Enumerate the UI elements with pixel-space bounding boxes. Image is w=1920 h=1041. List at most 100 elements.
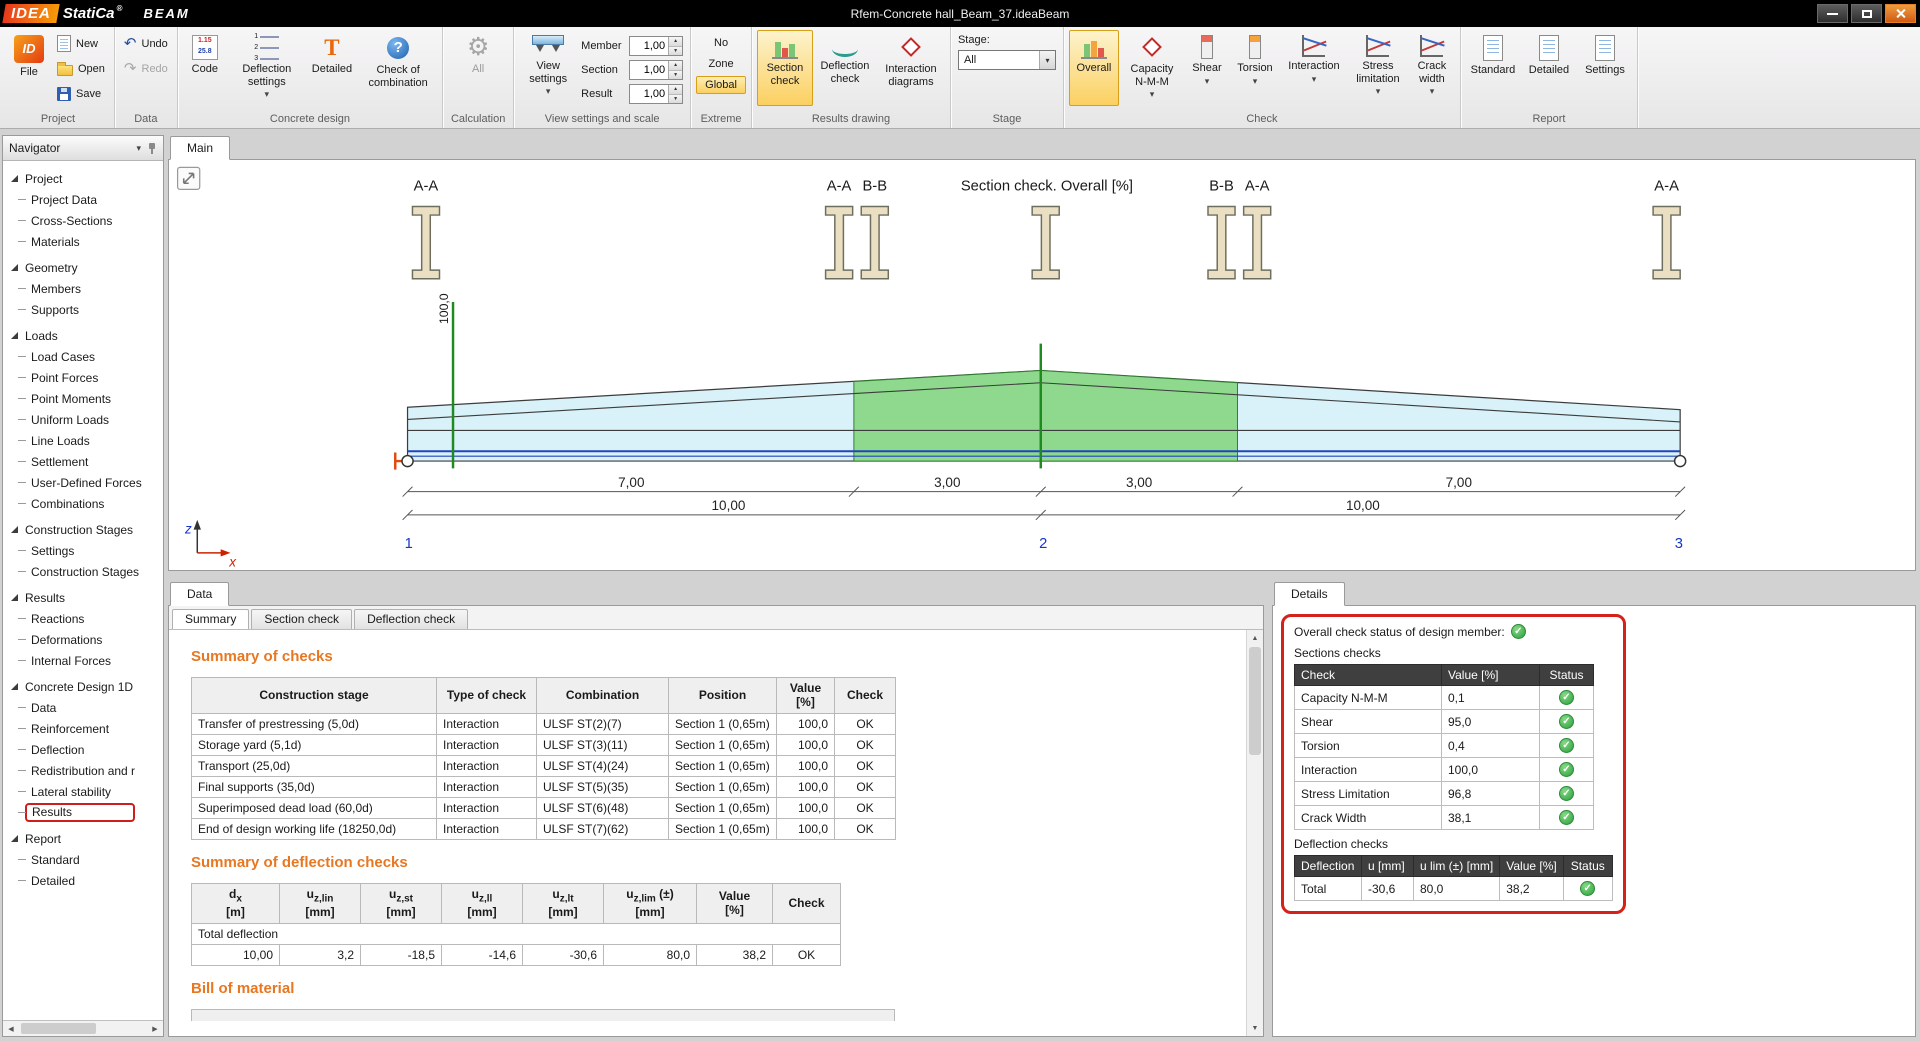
- navigator-item-internal-forces[interactable]: Internal Forces: [3, 650, 163, 671]
- torsion-check-button[interactable]: Torsion ▾: [1231, 30, 1279, 106]
- navigator-item-materials[interactable]: Materials: [3, 231, 163, 252]
- subtab-summary[interactable]: Summary: [172, 609, 249, 629]
- expander-icon[interactable]: [11, 594, 18, 601]
- navigator-item-data[interactable]: Data: [3, 697, 163, 718]
- navigator-item-line-loads[interactable]: Line Loads: [3, 430, 163, 451]
- interaction-diagrams-button[interactable]: Interaction diagrams: [877, 30, 945, 106]
- navigator-item-standard[interactable]: Standard: [3, 849, 163, 870]
- report-standard-button[interactable]: Standard: [1466, 30, 1520, 106]
- navigator-item-combinations[interactable]: Combinations: [3, 493, 163, 514]
- new-button[interactable]: New: [53, 32, 109, 55]
- check-of-combination-button[interactable]: ? Check of combination: [359, 30, 437, 106]
- subtab-section-check[interactable]: Section check: [251, 609, 352, 629]
- navigator-item-reactions[interactable]: Reactions: [3, 608, 163, 629]
- fit-view-button[interactable]: [178, 167, 200, 189]
- section-scale-input[interactable]: [630, 61, 668, 79]
- maximize-button[interactable]: [1851, 4, 1882, 23]
- expander-icon[interactable]: [11, 332, 18, 339]
- navigator-group-results[interactable]: Results: [3, 587, 163, 608]
- data-vertical-scrollbar[interactable]: ▲ ▼: [1246, 630, 1263, 1036]
- navigator-item-redistribution-and-r[interactable]: Redistribution and r: [3, 760, 163, 781]
- dropdown-arrow-icon[interactable]: ▾: [1039, 51, 1055, 69]
- code-button[interactable]: 1.1525.8 Code: [183, 30, 227, 106]
- expander-icon[interactable]: [11, 835, 18, 842]
- calculate-all-button[interactable]: ⚙ All: [448, 30, 508, 106]
- scroll-up-icon[interactable]: ▲: [1247, 630, 1263, 646]
- navigator-header[interactable]: Navigator ▾: [3, 136, 163, 161]
- deflection-settings-button[interactable]: 1 2 3 Deflection settings ▾: [229, 30, 305, 106]
- navigator-item-lateral-stability[interactable]: Lateral stability: [3, 781, 163, 802]
- report-detailed-button[interactable]: Detailed: [1522, 30, 1576, 106]
- navigator-item-construction-stages[interactable]: Construction Stages: [3, 561, 163, 582]
- section-check-drawing-button[interactable]: Section check: [757, 30, 813, 106]
- stepper-up[interactable]: ▲: [669, 61, 682, 71]
- tab-main[interactable]: Main: [170, 136, 230, 160]
- navigator-item-uniform-loads[interactable]: Uniform Loads: [3, 409, 163, 430]
- navigator-item-supports[interactable]: Supports: [3, 299, 163, 320]
- stepper-up[interactable]: ▲: [669, 37, 682, 47]
- navigator-item-reinforcement[interactable]: Reinforcement: [3, 718, 163, 739]
- navigator-item-project-data[interactable]: Project Data: [3, 189, 163, 210]
- scroll-right-icon[interactable]: ▶: [147, 1021, 163, 1036]
- result-scale-input[interactable]: [630, 85, 668, 103]
- crack-width-check-button[interactable]: Crack width ▾: [1409, 30, 1455, 106]
- navigator-item-cross-sections[interactable]: Cross-Sections: [3, 210, 163, 231]
- navigator-group-report[interactable]: Report: [3, 828, 163, 849]
- navigator-group-construction-stages[interactable]: Construction Stages: [3, 519, 163, 540]
- overall-check-button[interactable]: Overall: [1069, 30, 1119, 106]
- extreme-zone-button[interactable]: Zone: [696, 55, 746, 73]
- expander-icon[interactable]: [11, 175, 18, 182]
- navigator-item-user-defined-forces[interactable]: User-Defined Forces: [3, 472, 163, 493]
- navigator-item-settings[interactable]: Settings: [3, 540, 163, 561]
- navigator-group-loads[interactable]: Loads: [3, 325, 163, 346]
- navigator-group-geometry[interactable]: Geometry: [3, 257, 163, 278]
- stepper-down[interactable]: ▼: [669, 95, 682, 104]
- open-button[interactable]: Open: [53, 57, 109, 80]
- tab-data[interactable]: Data: [170, 582, 229, 606]
- dropdown-arrow-icon[interactable]: ▾: [136, 143, 141, 154]
- save-button[interactable]: Save: [53, 82, 109, 105]
- navigator-item-members[interactable]: Members: [3, 278, 163, 299]
- scroll-left-icon[interactable]: ◀: [3, 1021, 19, 1036]
- navigator-item-deformations[interactable]: Deformations: [3, 629, 163, 650]
- extreme-no-button[interactable]: No: [696, 34, 746, 52]
- extreme-global-button[interactable]: Global: [696, 76, 746, 94]
- file-button[interactable]: ID File: [7, 30, 51, 106]
- stage-dropdown[interactable]: All ▾: [958, 50, 1056, 70]
- navigator-item-load-cases[interactable]: Load Cases: [3, 346, 163, 367]
- scroll-down-icon[interactable]: ▼: [1247, 1020, 1263, 1036]
- deflection-check-drawing-button[interactable]: Deflection check: [815, 30, 875, 106]
- navigator-item-point-moments[interactable]: Point Moments: [3, 388, 163, 409]
- subtab-deflection-check[interactable]: Deflection check: [354, 609, 468, 629]
- expander-icon[interactable]: [11, 683, 18, 690]
- capacity-check-button[interactable]: Capacity N-M-M ▾: [1121, 30, 1183, 106]
- navigator-group-project[interactable]: Project: [3, 168, 163, 189]
- minimize-button[interactable]: [1817, 4, 1848, 23]
- navigator-item-point-forces[interactable]: Point Forces: [3, 367, 163, 388]
- stress-limitation-check-button[interactable]: Stress limitation ▾: [1349, 30, 1407, 106]
- expander-icon[interactable]: [11, 526, 18, 533]
- undo-button[interactable]: ↶Undo: [120, 32, 172, 55]
- stepper-down[interactable]: ▼: [669, 71, 682, 80]
- stepper-up[interactable]: ▲: [669, 85, 682, 95]
- stepper-down[interactable]: ▼: [669, 47, 682, 56]
- close-button[interactable]: [1885, 4, 1916, 23]
- pin-icon[interactable]: [147, 142, 157, 155]
- tab-details[interactable]: Details: [1274, 582, 1345, 606]
- beam-drawing-canvas[interactable]: A-A A-A B-B Section check. Overall [%] B…: [169, 160, 1915, 570]
- navigator-horizontal-scrollbar[interactable]: ◀ ▶: [3, 1020, 163, 1036]
- navigator-group-concrete-design-1d[interactable]: Concrete Design 1D: [3, 676, 163, 697]
- report-settings-button[interactable]: Settings: [1578, 30, 1632, 106]
- redo-button[interactable]: ↷Redo: [120, 57, 172, 80]
- view-settings-button[interactable]: View settings ▾: [519, 30, 577, 106]
- shear-check-button[interactable]: Shear ▾: [1185, 30, 1229, 106]
- navigator-item-deflection[interactable]: Deflection: [3, 739, 163, 760]
- scrollbar-thumb[interactable]: [1249, 647, 1261, 755]
- detailed-design-button[interactable]: T Detailed: [307, 30, 357, 106]
- navigator-item-settlement[interactable]: Settlement: [3, 451, 163, 472]
- navigator-item-results[interactable]: Results: [3, 802, 163, 823]
- member-scale-input[interactable]: [630, 37, 668, 55]
- expander-icon[interactable]: [11, 264, 18, 271]
- interaction-check-button[interactable]: Interaction ▾: [1281, 30, 1347, 106]
- scrollbar-thumb[interactable]: [21, 1023, 96, 1034]
